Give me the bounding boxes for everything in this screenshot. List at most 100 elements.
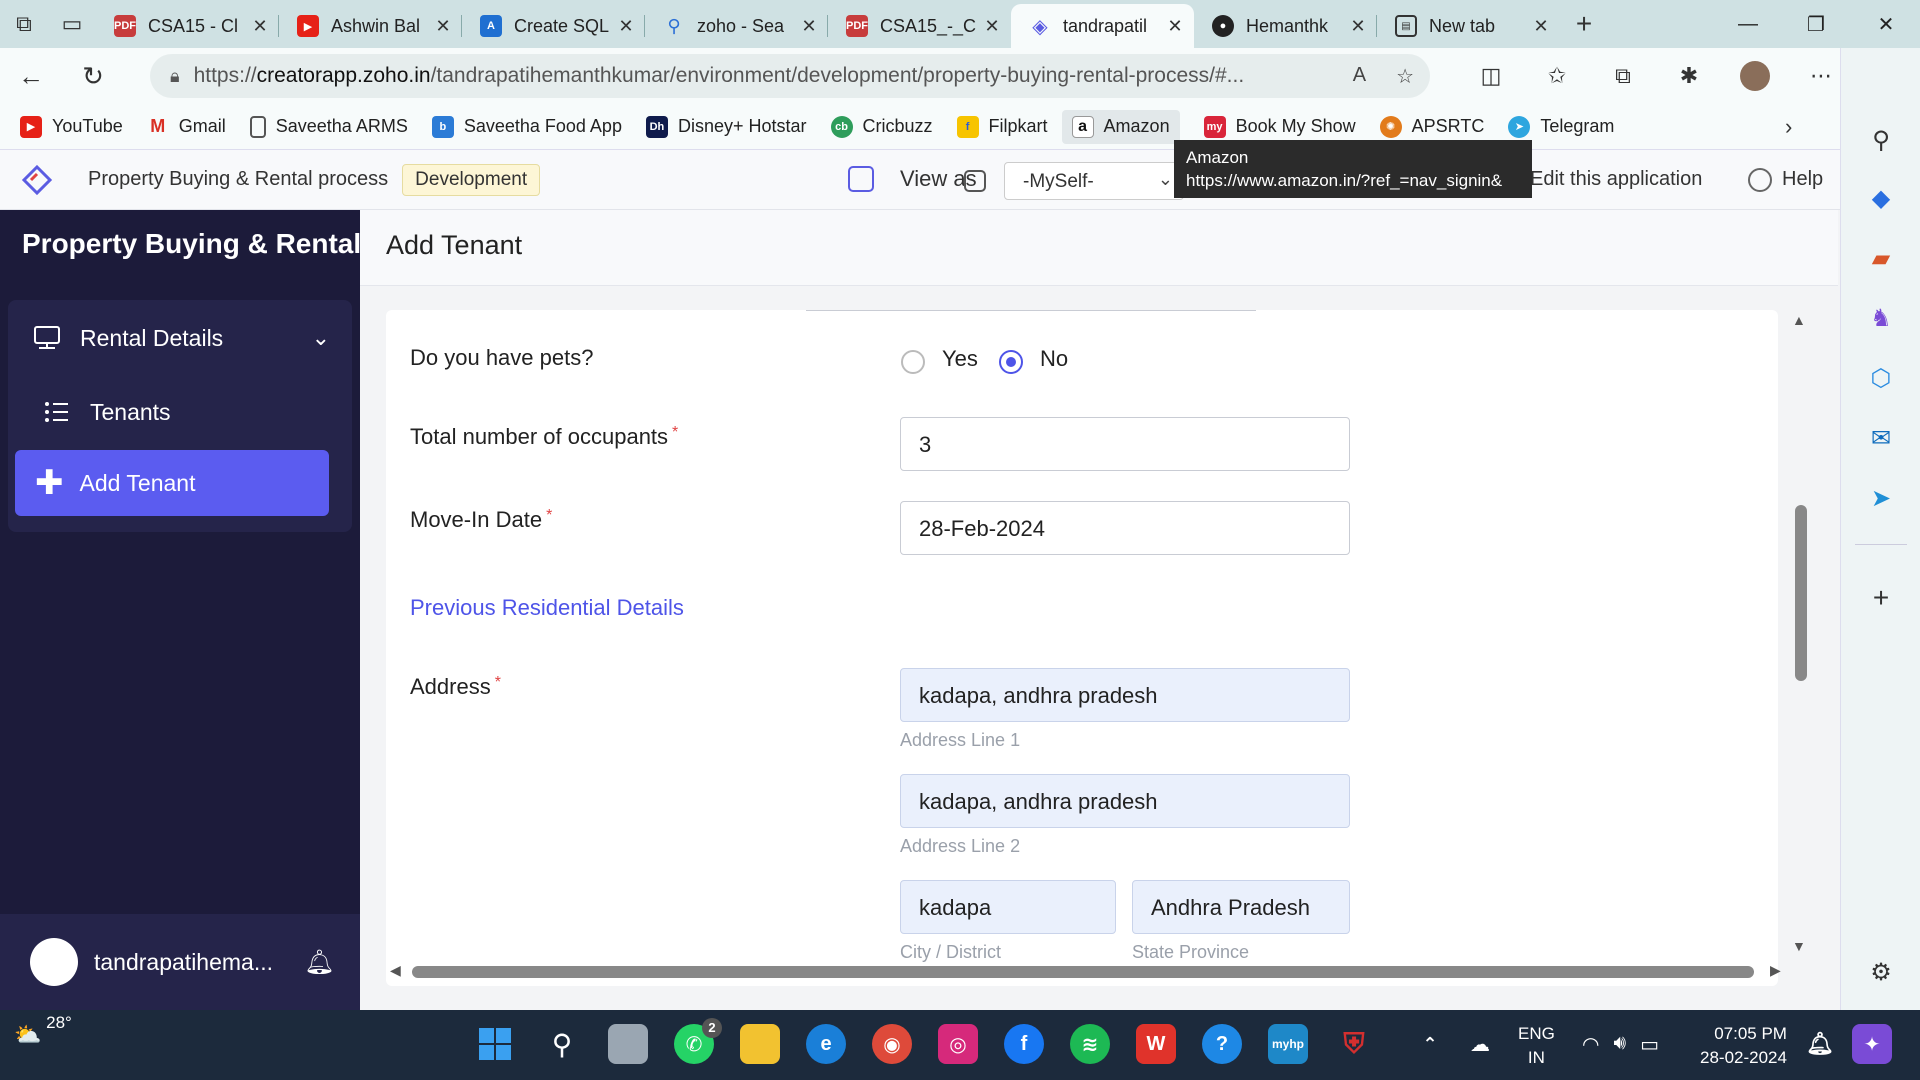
instagram-icon[interactable]: ◎ (938, 1024, 978, 1064)
occupants-input[interactable]: 3 (900, 417, 1350, 471)
mcafee-icon[interactable]: ⛨ (1334, 1024, 1374, 1064)
windows-start-icon[interactable] (475, 1024, 515, 1064)
device-preview-icon[interactable] (848, 166, 874, 192)
chevron-right-icon[interactable]: › (1785, 114, 1792, 140)
file-explorer-icon[interactable] (740, 1024, 780, 1064)
browser-tab[interactable]: ▶ Ashwin Bal ✕ (279, 6, 462, 46)
myhp-icon[interactable]: myhp (1268, 1024, 1308, 1064)
bookmark-hotstar[interactable]: Dh Disney+ Hotstar (645, 115, 807, 138)
pets-no-radio[interactable] (999, 350, 1023, 374)
edit-application-link[interactable]: Edit this application (1530, 168, 1702, 191)
view-as-select[interactable]: -MySelf- ⌄ (1004, 162, 1184, 200)
close-tab-icon[interactable]: ✕ (800, 16, 818, 37)
split-screen-icon[interactable]: ◫ (1458, 63, 1524, 89)
browser-tab[interactable]: ● Hemanthk ✕ (1194, 6, 1377, 46)
settings-gear-icon[interactable]: ⚙ (1861, 952, 1901, 992)
pets-yes-radio[interactable] (901, 350, 925, 374)
url-field[interactable]: 🔒︎ https://creatorapp.zoho.in/tandrapati… (150, 54, 1430, 98)
favorite-star-icon[interactable]: ☆ (1396, 64, 1414, 89)
bookmark-bookmyshow[interactable]: my Book My Show (1203, 115, 1356, 138)
shopping-tag-icon[interactable]: ◆ (1861, 178, 1901, 218)
extensions-icon[interactable]: ✱ (1656, 63, 1722, 89)
profile-avatar-icon[interactable] (1722, 61, 1788, 91)
bookmark-telegram[interactable]: ➤ Telegram (1508, 115, 1614, 138)
language-indicator[interactable]: ENG IN (1518, 1022, 1555, 1070)
help-icon[interactable] (1748, 168, 1772, 192)
read-aloud-icon[interactable]: A (1353, 64, 1366, 89)
environment-badge[interactable]: Development (402, 163, 541, 196)
new-tab-button[interactable]: + (1560, 0, 1608, 48)
help-icon[interactable]: ? (1202, 1024, 1242, 1064)
view-as-icon[interactable] (964, 170, 986, 192)
bookmark-saveetha-arms[interactable]: Saveetha ARMS (249, 115, 408, 138)
chrome-icon[interactable]: ◉ (872, 1024, 912, 1064)
close-window-icon[interactable]: ✕ (1852, 0, 1920, 48)
pets-no-label[interactable]: No (1040, 346, 1068, 372)
close-tab-icon[interactable]: ✕ (251, 16, 269, 37)
onedrive-icon[interactable]: ☁ (1460, 1024, 1500, 1064)
tab-actions-icon[interactable]: ▭ (48, 0, 96, 48)
close-tab-icon[interactable]: ✕ (1166, 16, 1184, 37)
outlook-icon[interactable]: ✉ (1861, 418, 1901, 458)
browser-tab-active[interactable]: ◈ tandrapatil ✕ (1011, 4, 1194, 48)
browser-tab[interactable]: PDF CSA15 - Cl ✕ (96, 6, 279, 46)
whatsapp-icon[interactable]: ✆ 2 (674, 1018, 722, 1064)
vertical-scrollbar-thumb[interactable] (1795, 505, 1807, 681)
notification-bell-icon[interactable]: 🔔︎ (1800, 1024, 1840, 1064)
browser-tab[interactable]: A Create SQL ✕ (462, 6, 645, 46)
back-button[interactable]: ← (0, 48, 62, 104)
bookmark-amazon[interactable]: a Amazon (1061, 109, 1180, 144)
weather-widget[interactable]: ⛅ 28° (14, 1013, 72, 1048)
microsoft365-icon[interactable]: ⬡ (1861, 358, 1901, 398)
scroll-down-arrow-icon[interactable]: ▼ (1792, 938, 1806, 954)
minimize-icon[interactable]: — (1714, 0, 1782, 48)
address-line1-input[interactable]: kadapa, andhra pradesh (900, 668, 1350, 722)
city-input[interactable]: kadapa (900, 880, 1116, 934)
bookmark-youtube[interactable]: ▶ YouTube (20, 115, 123, 138)
horizontal-scrollbar-thumb[interactable] (412, 966, 1754, 978)
sidebar-item-add-tenant[interactable]: ✚ Add Tenant (15, 450, 329, 516)
games-icon[interactable]: ♞ (1861, 298, 1901, 338)
wps-office-icon[interactable]: W (1136, 1024, 1176, 1064)
refresh-button[interactable]: ↻ (62, 48, 124, 104)
close-tab-icon[interactable]: ✕ (617, 16, 635, 37)
zoho-creator-icon[interactable] (20, 163, 54, 197)
restore-icon[interactable]: ❐ (1782, 0, 1850, 48)
pets-yes-label[interactable]: Yes (942, 346, 978, 372)
search-icon[interactable]: ⚲ (1861, 120, 1901, 160)
close-tab-icon[interactable]: ✕ (1532, 16, 1550, 37)
close-tab-icon[interactable]: ✕ (434, 16, 452, 37)
clock[interactable]: 07:05 PM 28-02-2024 (1700, 1022, 1787, 1070)
bell-icon[interactable]: 🔔︎ (304, 948, 334, 977)
sidebar-item-tenants[interactable]: Tenants (18, 382, 362, 442)
tools-icon[interactable]: ▰ (1861, 238, 1901, 278)
bookmark-flipkart[interactable]: f Filpkart (956, 115, 1048, 138)
add-icon[interactable]: + (1861, 578, 1901, 618)
task-view-icon[interactable] (608, 1024, 648, 1064)
bookmark-cricbuzz[interactable]: cb Cricbuzz (830, 115, 933, 138)
sidebar-section-rental-details[interactable]: Rental Details ⌄ (8, 308, 352, 368)
scroll-left-arrow-icon[interactable]: ◀ (390, 962, 401, 979)
close-tab-icon[interactable]: ✕ (1349, 16, 1367, 37)
bookmark-apsrtc[interactable]: ✺ APSRTC (1379, 115, 1484, 138)
spotify-icon[interactable]: ≋ (1070, 1024, 1110, 1064)
send-icon[interactable]: ➤ (1861, 478, 1901, 518)
browser-tab[interactable]: PDF CSA15_-_C ✕ (828, 6, 1011, 46)
bookmark-gmail[interactable]: M Gmail (147, 116, 226, 138)
copilot-icon[interactable]: ✦ (1852, 1024, 1892, 1064)
sidebar-user[interactable]: tandrapatihema... 🔔︎ (0, 914, 360, 1010)
favorites-icon[interactable]: ✩ (1524, 63, 1590, 89)
move-in-date-input[interactable]: 28-Feb-2024 (900, 501, 1350, 555)
system-tray[interactable]: ◠ 🔊︎ ▭ (1582, 1032, 1659, 1057)
scroll-up-arrow-icon[interactable]: ▲ (1792, 312, 1806, 328)
edge-icon[interactable]: e (806, 1024, 846, 1064)
state-input[interactable]: Andhra Pradesh (1132, 880, 1350, 934)
browser-tab[interactable]: ⚲ zoho - Sea ✕ (645, 6, 828, 46)
chevron-up-icon[interactable]: ⌃ (1410, 1024, 1450, 1064)
avatar[interactable] (30, 938, 78, 986)
close-tab-icon[interactable]: ✕ (983, 16, 1001, 37)
bookmark-saveetha-food[interactable]: b Saveetha Food App (431, 115, 622, 138)
help-link[interactable]: Help (1782, 168, 1823, 191)
workspaces-icon[interactable]: ⧉ (0, 0, 48, 48)
browser-tab[interactable]: ▤ New tab ✕ (1377, 6, 1560, 46)
